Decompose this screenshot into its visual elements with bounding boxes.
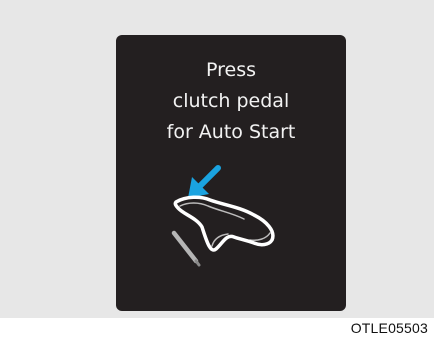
auto-start-message: Press clutch pedal for Auto Start [116, 55, 346, 148]
arrow-icon [188, 165, 221, 198]
message-line-1: Press [205, 59, 256, 81]
pedal-icon [171, 230, 201, 267]
figure-background: Press clutch pedal for Auto Start [0, 0, 434, 318]
figure-code: OTLE05503 [350, 320, 428, 336]
pedal-press-icon [171, 165, 275, 267]
shoe-icon [173, 195, 275, 252]
message-line-2: clutch pedal [172, 90, 290, 112]
cluster-display: Press clutch pedal for Auto Start [116, 35, 346, 311]
message-line-3: for Auto Start [166, 121, 296, 143]
